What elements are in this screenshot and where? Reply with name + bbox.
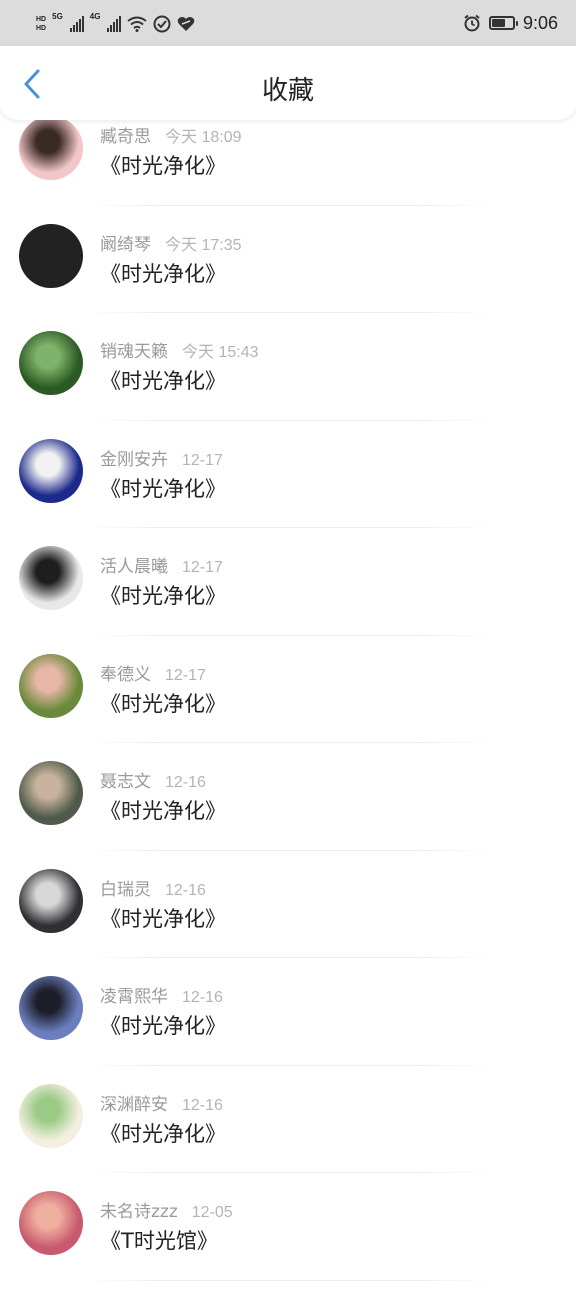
network-4g-label: 4G — [89, 12, 101, 21]
status-indicators: HD HD 5G 4G — [36, 12, 195, 36]
divider — [84, 527, 496, 528]
user-name[interactable]: 活人晨曦 — [100, 552, 168, 577]
timestamp: 今天 18:09 — [165, 129, 242, 146]
timestamp: 12-16 — [165, 881, 206, 899]
heart-shield-icon — [178, 17, 195, 31]
divider — [84, 312, 496, 313]
divider — [84, 1172, 496, 1173]
timestamp: 12-17 — [165, 666, 206, 684]
timestamp: 12-16 — [182, 1096, 223, 1114]
user-name[interactable]: 聂志文 — [100, 767, 151, 792]
list-item[interactable]: 金刚安卉 12-17 《时光净化》 — [0, 433, 576, 541]
status-right: 9:06 — [463, 11, 558, 35]
divider — [84, 957, 496, 958]
work-title[interactable]: 《时光净化》 — [100, 365, 226, 395]
work-title[interactable]: 《时光净化》 — [100, 795, 226, 825]
avatar[interactable] — [19, 331, 83, 395]
list-item[interactable]: 阚绮琴 今天 17:35 《时光净化》 — [0, 218, 576, 326]
status-time: 9:06 — [522, 12, 558, 33]
list-item[interactable]: 活人晨曦 12-17 《时光净化》 — [0, 540, 576, 648]
work-title[interactable]: 《时光净化》 — [100, 580, 226, 610]
divider — [84, 849, 496, 851]
timestamp: 12-17 — [182, 559, 223, 576]
avatar[interactable] — [19, 438, 83, 503]
item-meta: 奉德义 12-17 — [100, 660, 206, 685]
timestamp: 12-05 — [191, 1204, 233, 1221]
item-meta: 臧奇思 今天 18:09 — [100, 122, 242, 147]
list-item[interactable]: 奉德义 12-17 《时光净化》 — [0, 648, 576, 756]
work-title[interactable]: 《时光净化》 — [100, 1118, 226, 1148]
vpn-icon — [153, 15, 171, 33]
timestamp: 12-16 — [182, 989, 223, 1006]
wifi-icon — [127, 16, 148, 32]
signal-icon — [69, 16, 84, 32]
divider — [84, 742, 496, 743]
user-name[interactable]: 奉德义 — [100, 660, 151, 685]
list-item[interactable]: 销魂天籁 今天 15:43 《时光净化》 — [0, 325, 576, 433]
favorites-list: 臧奇思 今天 18:09 《时光净化》 阚绮琴 今天 17:35 《时光净化》 销魂天籁 今天… — [0, 110, 576, 1293]
signal-icon — [107, 16, 122, 32]
status-bar: HD HD 5G 4G 9:06 — [0, 0, 576, 46]
item-meta: 白瑞灵 12-16 — [100, 875, 206, 900]
divider — [84, 1064, 496, 1066]
hd-icon: HD HD — [36, 16, 47, 32]
work-title[interactable]: 《时光净化》 — [100, 903, 226, 933]
timestamp: 12-17 — [182, 451, 223, 469]
divider — [84, 419, 496, 421]
header: 收藏 — [0, 46, 576, 120]
item-meta: 聂志文 12-16 — [100, 767, 206, 792]
avatar[interactable] — [19, 976, 83, 1040]
work-title[interactable]: 《时光净化》 — [100, 473, 226, 503]
work-title[interactable]: 《时光净化》 — [100, 1010, 226, 1040]
item-meta: 销魂天籁 今天 15:43 — [100, 337, 259, 362]
list-item[interactable]: 聂志文 12-16 《时光净化》 — [0, 755, 576, 863]
item-meta: 阚绮琴 今天 17:35 — [100, 230, 242, 255]
list-item[interactable]: 臧奇思 今天 18:09 《时光净化》 — [0, 110, 576, 218]
user-name[interactable]: 凌霄熙华 — [100, 982, 168, 1007]
user-name[interactable]: 白瑞灵 — [100, 875, 151, 900]
list-item[interactable]: 未名诗zzz 12-05 《T时光馆》 — [0, 1185, 576, 1293]
list-item[interactable]: 凌霄熙华 12-16 《时光净化》 — [0, 970, 576, 1078]
user-name[interactable]: 金刚安卉 — [100, 445, 168, 470]
divider — [84, 204, 496, 206]
avatar[interactable] — [19, 116, 83, 180]
avatar[interactable] — [19, 761, 83, 825]
alarm-icon — [464, 14, 480, 32]
user-name[interactable]: 臧奇思 — [100, 122, 151, 147]
list-item[interactable]: 深渊醉安 12-16 《时光净化》 — [0, 1078, 576, 1186]
user-name[interactable]: 未名诗zzz — [100, 1197, 178, 1222]
avatar[interactable] — [19, 868, 83, 933]
avatar[interactable] — [19, 653, 83, 718]
timestamp: 今天 15:43 — [182, 344, 259, 361]
item-meta: 活人晨曦 12-17 — [100, 552, 223, 577]
user-name[interactable]: 销魂天籁 — [100, 337, 168, 362]
timestamp: 12-16 — [165, 774, 206, 791]
item-meta: 深渊醉安 12-16 — [100, 1090, 223, 1115]
avatar[interactable] — [19, 223, 83, 288]
network-5g-label: 5G — [52, 12, 63, 21]
avatar[interactable] — [19, 1191, 83, 1255]
item-meta: 金刚安卉 12-17 — [100, 445, 223, 470]
user-name[interactable]: 阚绮琴 — [100, 230, 151, 255]
avatar[interactable] — [19, 1083, 83, 1148]
work-title[interactable]: 《时光净化》 — [100, 258, 226, 288]
divider — [84, 634, 496, 636]
work-title[interactable]: 《时光净化》 — [100, 150, 226, 180]
work-title[interactable]: 《时光净化》 — [100, 688, 226, 718]
page-title: 收藏 — [261, 76, 314, 106]
list-item[interactable]: 白瑞灵 12-16 《时光净化》 — [0, 863, 576, 971]
item-meta: 未名诗zzz 12-05 — [100, 1197, 233, 1222]
user-name[interactable]: 深渊醉安 — [100, 1090, 168, 1115]
timestamp: 今天 17:35 — [165, 236, 242, 254]
avatar[interactable] — [19, 546, 83, 610]
item-meta: 凌霄熙华 12-16 — [100, 982, 223, 1007]
battery-icon — [488, 16, 518, 30]
work-title[interactable]: 《T时光馆》 — [100, 1225, 218, 1255]
